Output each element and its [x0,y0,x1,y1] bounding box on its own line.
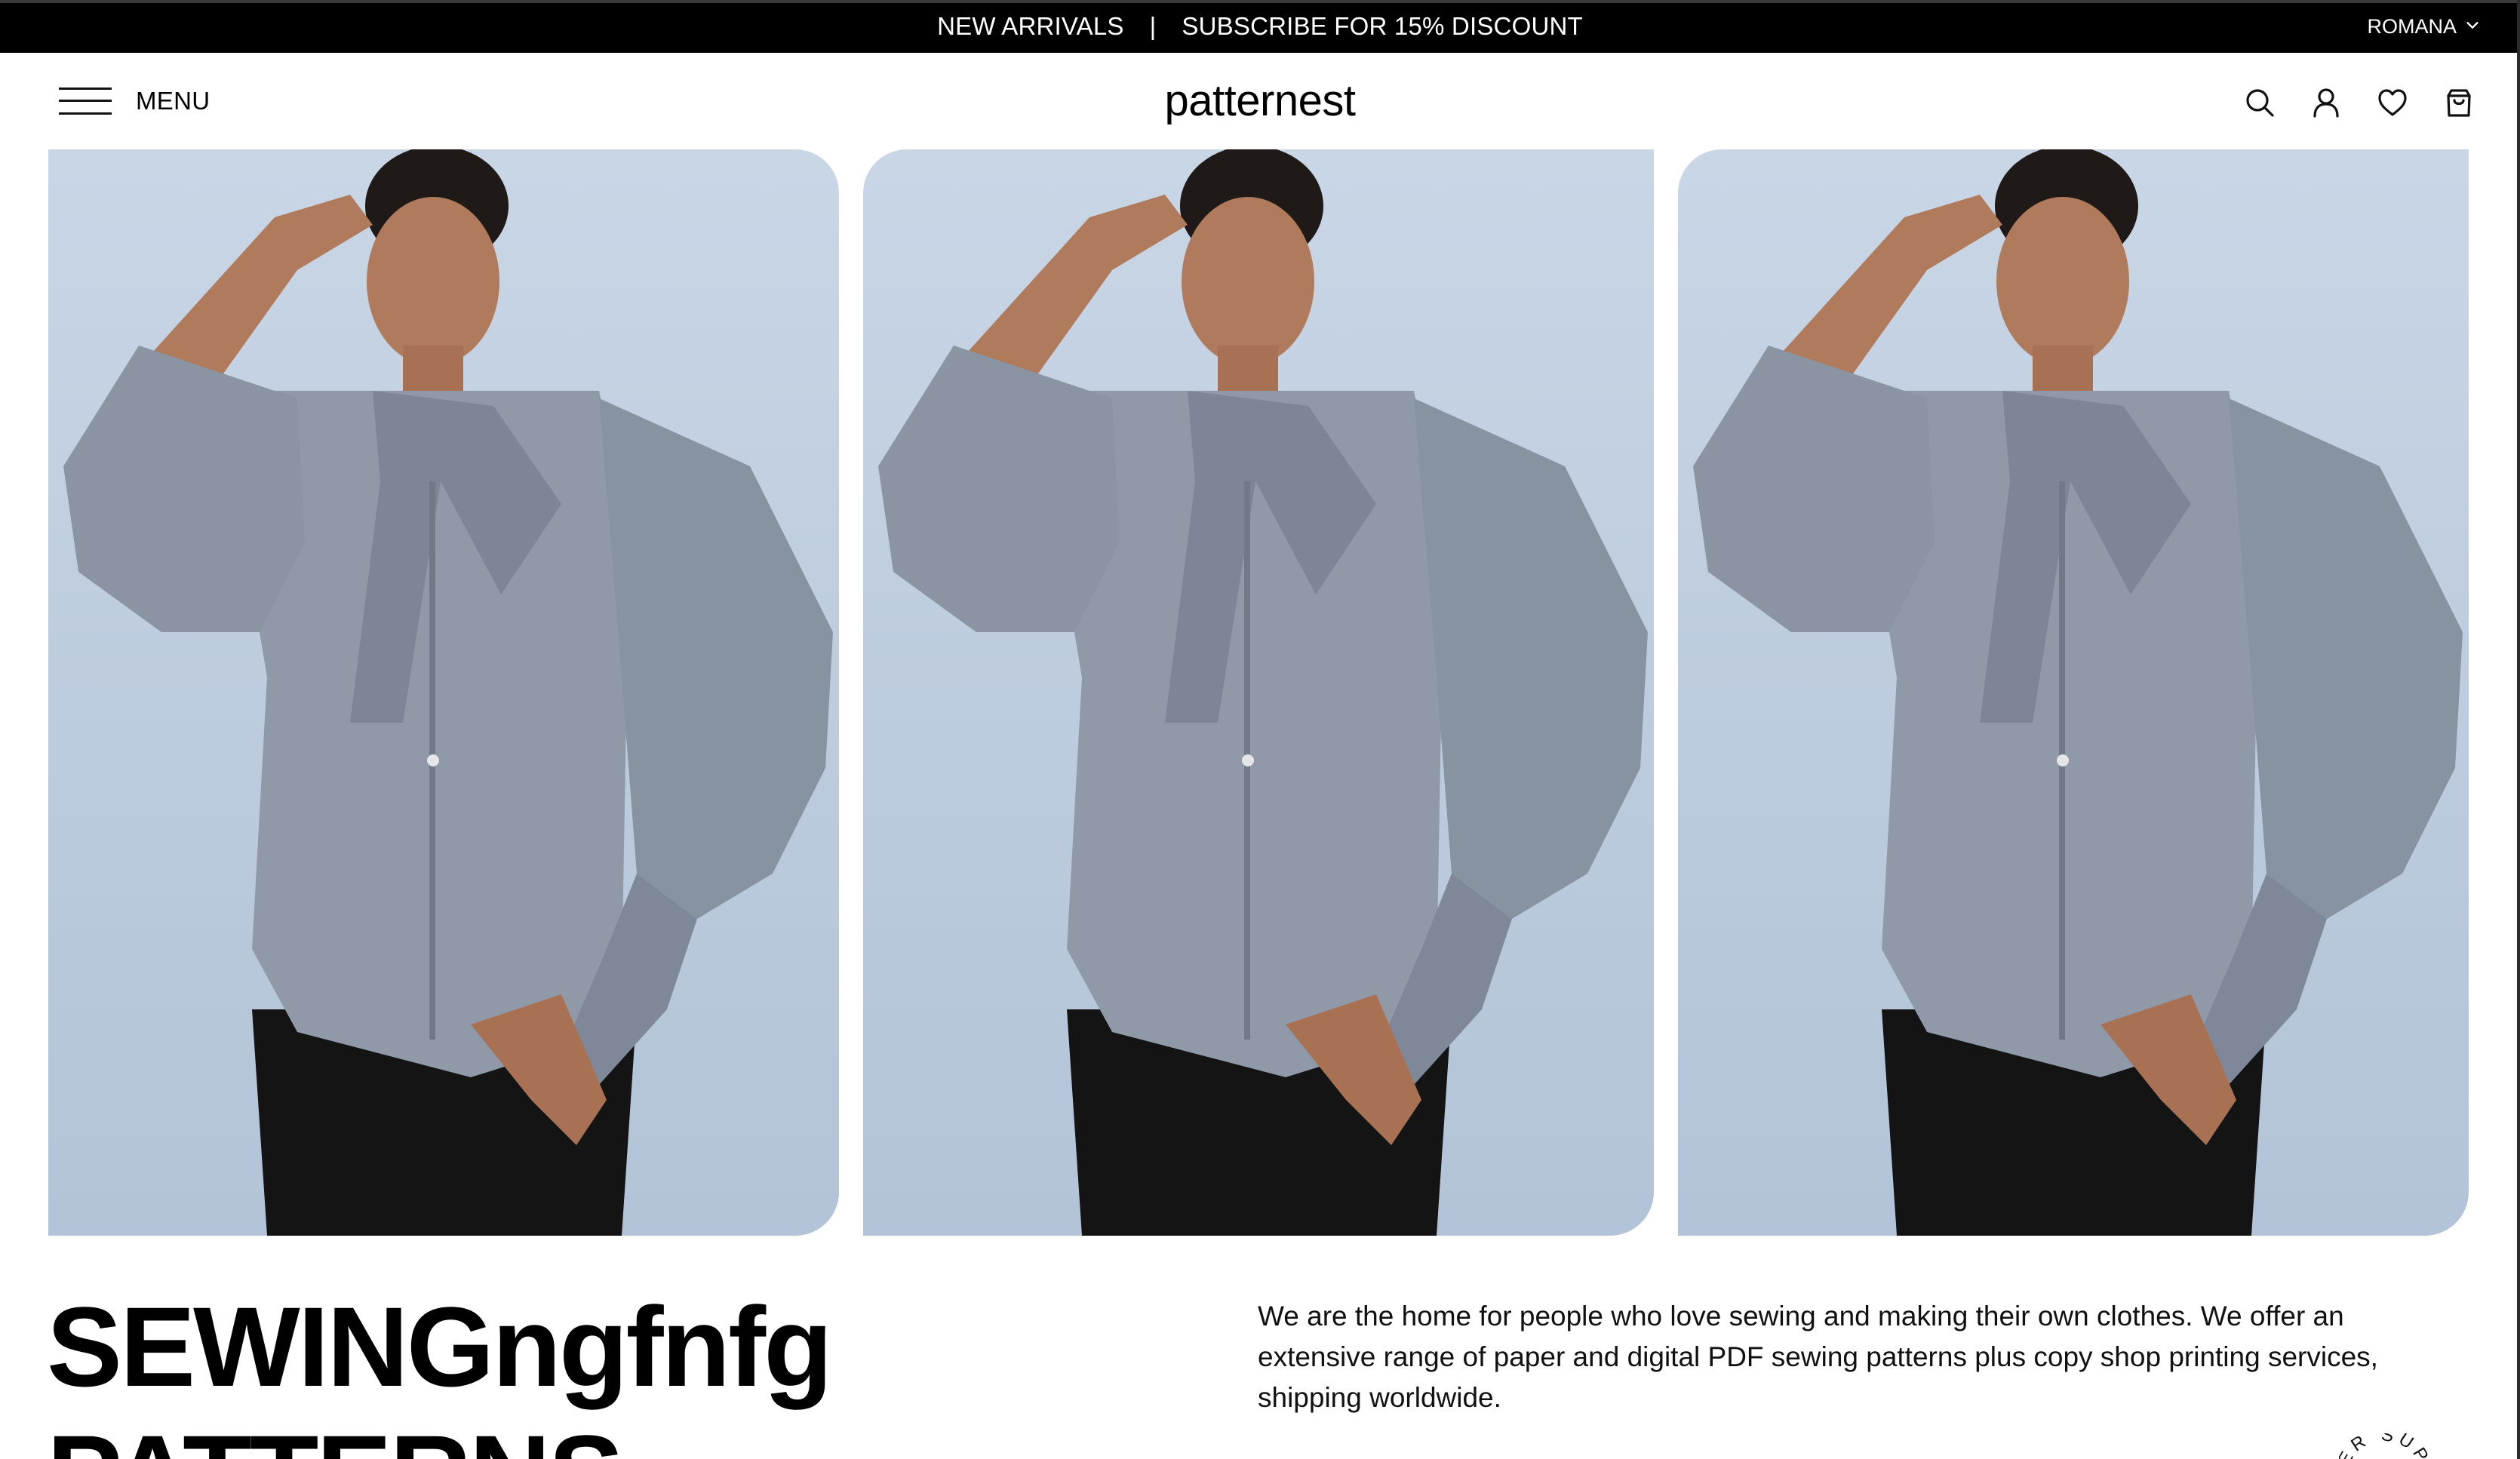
badge-text: ER SUP [2339,1433,2429,1459]
site-logo[interactable]: patternest [0,75,2520,126]
window-frame-top [0,0,2520,3]
heart-icon[interactable] [2375,85,2410,120]
user-icon[interactable] [2309,85,2343,120]
hero-image[interactable] [48,149,839,1236]
circular-badge: ER SUP [2339,1433,2429,1459]
header-actions [2242,83,2476,122]
subscribe-link[interactable]: SUBSCRIBE FOR 15% DISCOUNT [1182,12,1582,41]
language-selector[interactable]: ROMANA [2367,0,2481,53]
hero-headline: SEWINGngfnfg [47,1283,833,1410]
announcement-content: NEW ARRIVALS | SUBSCRIBE FOR 15% DISCOUN… [0,0,2520,53]
intro-description: We are the home for people who love sewi… [1258,1301,2378,1413]
chevron-down-icon [2464,15,2481,38]
announcement-bar: NEW ARRIVALS | SUBSCRIBE FOR 15% DISCOUN… [0,0,2520,53]
hero-image[interactable] [1678,149,2469,1236]
window-frame-right [2517,0,2520,1459]
model-photo [63,149,833,1236]
new-arrivals-link[interactable]: NEW ARRIVALS [937,12,1124,41]
announcement-separator: | [1149,12,1157,40]
hero-image[interactable] [863,149,1654,1236]
svg-text:ER SUP: ER SUP [2339,1433,2429,1459]
hero-headline-line2: PATTERNS [47,1418,624,1459]
language-label: ROMANA [2367,14,2457,38]
shopping-bag-icon[interactable] [2442,85,2476,120]
model-photo [878,149,1648,1236]
model-photo [1693,149,2463,1236]
search-icon[interactable] [2242,85,2277,120]
site-header: MENU patternest [0,53,2520,149]
hero-gallery [48,149,2470,1236]
